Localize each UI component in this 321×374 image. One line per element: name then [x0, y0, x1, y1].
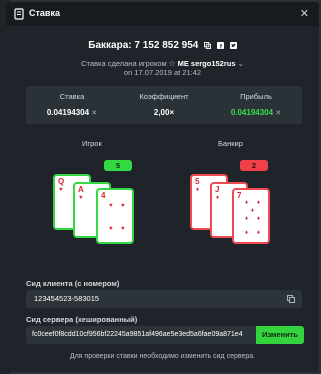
made-by-line: Ставка сделана игроком ☆ ME sergo152rus …: [6, 59, 319, 68]
stat-profit: Прибыль 0.04194304 ✕: [210, 92, 302, 117]
verify-note: Для проверки ставки необходимо изменить …: [69, 353, 256, 360]
bet-modal: Ставка ✕ Баккара: 7 152 852 954 f Ставка…: [6, 2, 319, 372]
heart-icon: ♥: [109, 226, 113, 232]
chevron-down-icon[interactable]: ⌄: [238, 59, 244, 68]
diamond-icon: ♦: [245, 200, 249, 206]
server-seed-label: Сид сервера (хешированный): [26, 315, 138, 324]
stat-bet-label: Ставка: [59, 92, 85, 101]
currency-icon: ✕: [275, 110, 282, 117]
heart-icon: ♥: [121, 226, 125, 232]
diamond-icon: ♦: [245, 230, 249, 236]
diamond-icon: ♦: [196, 187, 200, 193]
heart-icon: ♥: [109, 203, 113, 209]
client-seed-field[interactable]: 123454523-583015: [26, 290, 302, 308]
stat-coef-label: Коэффициент: [139, 92, 189, 101]
card-rank: J: [215, 185, 220, 194]
client-seed-value: 123454523-583015: [34, 294, 100, 303]
bet-date: on 17.07.2019 at 21:42: [123, 68, 202, 77]
diamond-icon: ♦: [251, 208, 255, 214]
banker-label: Банкир: [218, 139, 243, 148]
stat-profit-value-row: 0.04194304 ✕: [210, 108, 302, 117]
bet-id-label: Баккара: 7 152 852 954: [88, 40, 199, 51]
stat-profit-label: Прибыль: [240, 92, 272, 101]
heart-icon: ♥: [59, 187, 63, 193]
bet-id-line: Баккара: 7 152 852 954 f: [6, 40, 319, 51]
stat-coef: Коэффициент 2,00×: [118, 92, 210, 117]
card-rank: A: [78, 185, 84, 194]
made-by-prefix: Ставка сделана игроком: [81, 59, 167, 68]
diamond-icon: ♦: [216, 195, 220, 201]
heart-icon: ♥: [79, 195, 83, 201]
bet-icon: [14, 8, 24, 20]
player-score-badge: 5: [104, 160, 132, 171]
stat-bet-value: 0.04194304: [46, 108, 90, 117]
card-rank: Q: [58, 177, 65, 186]
diamond-icon: ♦: [257, 200, 261, 206]
modal-header: Ставка ✕: [6, 2, 319, 26]
diamond-icon: ♦: [257, 230, 261, 236]
card-rank: 7: [237, 191, 242, 200]
player-card-3: 4 ♥ ♥ ♥ ♥: [96, 188, 134, 244]
card-rank: 4: [101, 191, 106, 200]
twitter-icon[interactable]: [229, 42, 237, 49]
banker-score-badge: 2: [240, 160, 268, 171]
diamond-icon: ♦: [257, 216, 261, 222]
card-rank: 5: [195, 177, 200, 186]
diamond-icon: ♦: [245, 216, 249, 222]
copy-icon[interactable]: [204, 42, 212, 49]
stat-coef-value: 2,00×: [153, 108, 175, 117]
copy-icon[interactable]: [287, 295, 295, 303]
modal-title: Ставка: [29, 8, 60, 18]
banker-card-3: 7 ♦ ♦ ♦ ♦ ♦ ♦ ♦: [232, 188, 270, 244]
client-seed-label: Сид клиента (с номером): [26, 279, 120, 288]
star-icon: ☆: [168, 59, 176, 68]
player-label: Игрок: [82, 139, 102, 148]
stat-profit-value: 0.04194304: [230, 108, 274, 117]
change-seed-button[interactable]: Изменить: [256, 326, 304, 344]
stat-bet-value-row: 0.04194304 ✕: [26, 108, 118, 117]
server-seed-field[interactable]: fc0ceef0f8cdd10cf956bf22245a9851af496ae5…: [26, 326, 256, 344]
player-username[interactable]: ME sergo152rus: [178, 59, 236, 68]
stats-panel: Ставка 0.04194304 ✕ Коэффициент 2,00× Пр…: [26, 86, 302, 124]
currency-icon: ✕: [91, 110, 98, 117]
stat-bet: Ставка 0.04194304 ✕: [26, 92, 118, 117]
facebook-icon[interactable]: f: [216, 42, 224, 49]
close-icon[interactable]: ✕: [300, 7, 309, 20]
heart-icon: ♥: [121, 203, 125, 209]
